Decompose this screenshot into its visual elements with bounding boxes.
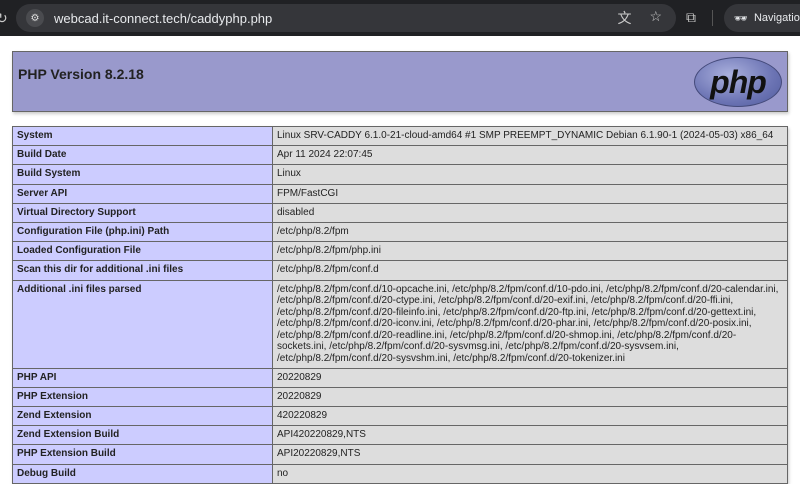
row-value: /etc/php/8.2/fpm/conf.d xyxy=(272,260,788,281)
php-version-header: PHP Version 8.2.18 php xyxy=(12,51,788,112)
table-row: PHP Extension Build API20220829,NTS xyxy=(12,444,788,465)
table-row: Zend Extension 420220829 xyxy=(12,406,788,427)
row-label: Virtual Directory Support xyxy=(12,202,273,223)
row-value: 20220829 xyxy=(272,367,788,388)
row-label: Zend Extension xyxy=(12,406,273,427)
table-row: System Linux SRV-CADDY 6.1.0-21-cloud-amd… xyxy=(12,125,788,147)
row-value: API20220829,NTS xyxy=(272,444,788,465)
incognito-icon: 🕶 xyxy=(734,12,748,25)
row-value: 420220829 xyxy=(272,406,788,427)
table-row: Debug Build no xyxy=(12,463,788,484)
bookmark-star-icon[interactable]: ☆ xyxy=(649,8,662,28)
site-info-icon[interactable]: ⚙ xyxy=(26,9,44,27)
table-row: Build Date Apr 11 2024 22:07:45 xyxy=(12,145,788,166)
row-value: API420220829,NTS xyxy=(272,425,788,446)
php-logo[interactable]: php xyxy=(694,57,782,107)
navigation-label: Navigation xyxy=(753,12,800,24)
table-row: PHP API 20220829 xyxy=(12,367,788,388)
row-label: Scan this dir for additional .ini files xyxy=(12,260,273,281)
row-label: Build System xyxy=(12,164,273,185)
row-value: /etc/php/8.2/fpm/conf.d/10-opcache.ini, … xyxy=(272,279,788,369)
row-value: Linux SRV-CADDY 6.1.0-21-cloud-amd64 #1 … xyxy=(272,125,788,147)
row-label: Additional .ini files parsed xyxy=(12,279,273,369)
row-value: no xyxy=(272,463,788,484)
row-label: PHP API xyxy=(12,367,273,388)
address-bar[interactable]: ⚙ webcad.it-connect.tech/caddyphp.php 文 … xyxy=(16,4,676,32)
navigation-button[interactable]: 🕶 Navigation xyxy=(724,4,800,32)
extensions-icon[interactable]: ⧉ xyxy=(686,9,696,26)
table-row: Virtual Directory Support disabled xyxy=(12,202,788,223)
row-value: /etc/php/8.2/fpm/php.ini xyxy=(272,241,788,262)
browser-toolbar: ↻ ⚙ webcad.it-connect.tech/caddyphp.php … xyxy=(0,0,800,36)
row-label: Build Date xyxy=(12,145,273,166)
reload-icon[interactable]: ↻ xyxy=(0,10,12,27)
row-label: PHP Extension xyxy=(12,386,273,408)
row-label: Server API xyxy=(12,183,273,204)
translate-icon[interactable]: 文 xyxy=(617,8,631,28)
table-row: Zend Extension Build API420220829,NTS xyxy=(12,425,788,446)
table-row: Build System Linux xyxy=(12,164,788,185)
row-label: Debug Build xyxy=(12,463,273,484)
row-value: /etc/php/8.2/fpm xyxy=(272,221,788,243)
table-row: PHP Extension 20220829 xyxy=(12,386,788,408)
toolbar-divider xyxy=(712,10,713,26)
row-value: Linux xyxy=(272,164,788,185)
row-label: Zend Extension Build xyxy=(12,425,273,446)
table-row: Configuration File (php.ini) Path/etc/ph… xyxy=(12,221,788,243)
row-value: Apr 11 2024 22:07:45 xyxy=(272,145,788,166)
table-row: Loaded Configuration File/etc/php/8.2/fp… xyxy=(12,241,788,262)
row-value: disabled xyxy=(272,202,788,223)
php-info-table: System Linux SRV-CADDY 6.1.0-21-cloud-amd… xyxy=(12,125,788,484)
row-label: System xyxy=(12,125,273,147)
table-row: Additional .ini files parsed/etc/php/8.2… xyxy=(12,279,788,369)
row-label: PHP Extension Build xyxy=(12,444,273,465)
page-title: PHP Version 8.2.18 xyxy=(18,66,144,82)
table-row: Server API FPM/FastCGI xyxy=(12,183,788,204)
url-text[interactable]: webcad.it-connect.tech/caddyphp.php xyxy=(54,11,272,26)
table-row: Scan this dir for additional .ini files /… xyxy=(12,260,788,281)
row-value: 20220829 xyxy=(272,386,788,408)
row-value: FPM/FastCGI xyxy=(272,183,788,204)
row-label: Loaded Configuration File xyxy=(12,241,273,262)
row-label: Configuration File (php.ini) Path xyxy=(12,221,273,243)
